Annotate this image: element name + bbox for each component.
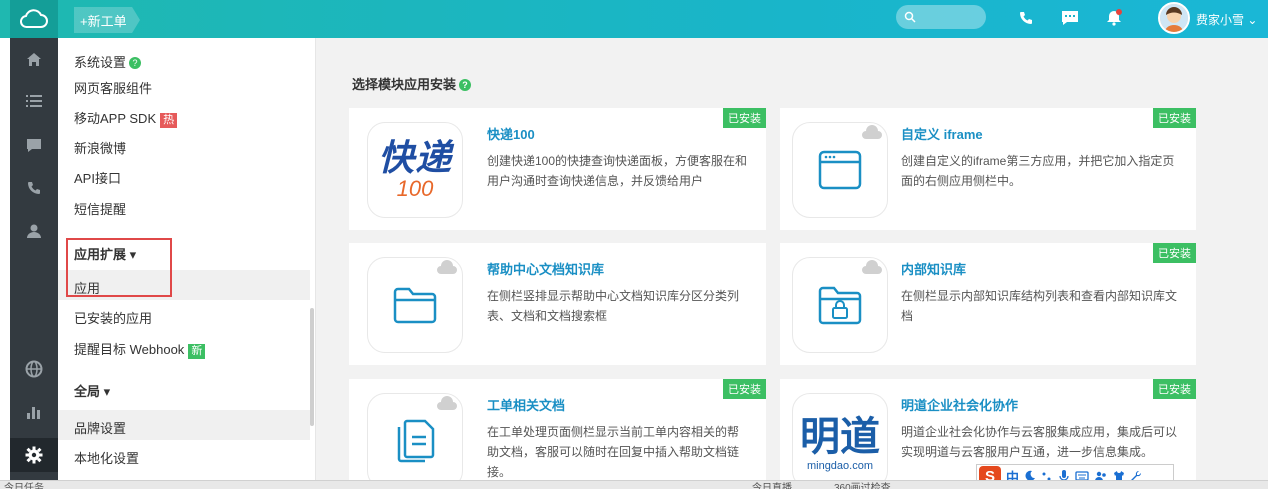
app-card-internal-kb[interactable]: 已安装 内部知识库 在侧栏显示内部知识库结构列表和查看内部知识库文档: [780, 243, 1196, 365]
app-card-kuaidi100[interactable]: 已安装 快递 100 快递100 创建快递100的快捷查询快递面板，方便客服在和…: [349, 108, 766, 230]
kuaidi100-logo: 快递 100: [367, 122, 463, 218]
mingdao-logo: 明道 mingdao.com: [792, 393, 888, 489]
app-card-title[interactable]: 明道企业社会化协作: [901, 395, 1018, 414]
browser-window-icon: [818, 150, 862, 190]
installed-badge: 已安装: [1153, 243, 1196, 263]
app-card-desc: 明道企业社会化协作与云客服集成应用，集成后可以实现明道与云客服用户互通，进一步信…: [901, 425, 1178, 459]
submenu-item-weibo[interactable]: 新浪微博: [74, 138, 126, 157]
top-bar: +新工单 费家小雪 ⌄: [0, 0, 1268, 38]
user-avatar-icon: [1160, 4, 1188, 32]
submenu-item-web-widget[interactable]: 网页客服组件: [74, 78, 152, 97]
cloud-icon: [862, 260, 882, 274]
submenu-item-webhook[interactable]: 提醒目标 Webhook 新: [74, 339, 206, 359]
installed-badge: 已安装: [723, 108, 766, 128]
app-card-title[interactable]: 快递100: [487, 124, 535, 143]
status-left-text[interactable]: 今日任务: [4, 481, 44, 489]
app-card-help-center[interactable]: 帮助中心文档知识库 在侧栏竖排显示帮助中心文档知识库分区分类列表、文档和文档搜索…: [349, 243, 766, 365]
chat-icon[interactable]: [1060, 8, 1080, 28]
user-name: 费家小雪: [1196, 13, 1245, 27]
submenu-item-installed-apps[interactable]: 已安装的应用: [74, 308, 152, 327]
phone-sidebar-icon[interactable]: [10, 171, 58, 205]
cloud-logo-icon: [20, 9, 48, 28]
documents-icon: [397, 419, 435, 463]
help-center-app-icon: [367, 257, 463, 353]
user-menu[interactable]: 费家小雪 ⌄: [1196, 11, 1257, 28]
avatar[interactable]: [1158, 2, 1190, 34]
help-icon[interactable]: ?: [129, 57, 142, 69]
settings-submenu: 系统设置? 网页客服组件 移动APP SDK 热 新浪微博 API接口 短信提醒 …: [58, 38, 316, 480]
phone-icon[interactable]: [1016, 8, 1036, 28]
app-card-title[interactable]: 工单相关文档: [487, 395, 565, 414]
cloud-icon: [862, 125, 882, 139]
app-card-desc: 在侧栏显示内部知识库结构列表和查看内部知识库文档: [901, 289, 1178, 323]
search-input[interactable]: [920, 10, 980, 24]
app-card-title[interactable]: 帮助中心文档知识库: [487, 259, 604, 278]
left-edge-strip: ʌ: [0, 0, 10, 489]
page-title: 选择模块应用安装?: [352, 74, 472, 93]
search-box[interactable]: [896, 5, 986, 29]
submenu-item-locale[interactable]: 本地化设置: [74, 448, 139, 467]
app-card-desc: 在侧栏竖排显示帮助中心文档知识库分区分类列表、文档和文档搜索框: [487, 289, 740, 323]
gear-icon[interactable]: [10, 438, 58, 472]
iframe-app-icon: [792, 122, 888, 218]
installed-badge: 已安装: [1153, 379, 1196, 399]
folder-icon: [393, 287, 437, 324]
cloud-icon: [437, 396, 457, 410]
status-check-text[interactable]: 360画过检查: [834, 481, 891, 489]
bell-icon[interactable]: [1104, 8, 1124, 28]
help-icon[interactable]: ?: [459, 79, 472, 91]
main-content: 选择模块应用安装? 已安装 快递 100 快递100 创建快递100的快捷查询快…: [317, 38, 1268, 489]
status-live-text[interactable]: 今日直播: [752, 481, 792, 489]
cloud-icon: [437, 260, 457, 274]
submenu-item-brand[interactable]: 品牌设置: [74, 418, 126, 437]
globe-icon[interactable]: [10, 352, 58, 386]
locked-folder-icon: [818, 286, 862, 325]
submenu-scrollbar[interactable]: [310, 308, 314, 426]
installed-badge: 已安装: [723, 379, 766, 399]
submenu-item-api[interactable]: API接口: [74, 168, 121, 187]
message-icon[interactable]: [10, 128, 58, 162]
highlight-box: [66, 238, 172, 297]
system-settings-header: 系统设置?: [74, 52, 142, 71]
stats-icon[interactable]: [10, 395, 58, 429]
app-card-desc: 创建自定义的iframe第三方应用，并把它加入指定页面的右侧应用侧栏中。: [901, 154, 1175, 188]
app-card-desc: 在工单处理页面侧栏显示当前工单内容相关的帮助文档，客服可以随时在回复中插入帮助文…: [487, 425, 740, 479]
app-card-title[interactable]: 内部知识库: [901, 259, 966, 278]
app-logo[interactable]: [10, 0, 58, 38]
internal-kb-app-icon: [792, 257, 888, 353]
app-card-iframe[interactable]: 已安装 自定义 iframe 创建自定义的iframe第三方应用，并把它加入指定…: [780, 108, 1196, 230]
submenu-item-app-sdk[interactable]: 移动APP SDK 热: [74, 108, 178, 128]
submenu-item-sms[interactable]: 短信提醒: [74, 199, 126, 218]
ticket-docs-app-icon: [367, 393, 463, 489]
new-ticket-button[interactable]: +新工单: [74, 7, 140, 33]
app-card-desc: 创建快递100的快捷查询快递面板，方便客服在和用户沟通时查询快递信息，并反馈给用…: [487, 154, 748, 188]
app-card-ticket-docs[interactable]: 已安装 工单相关文档 在工单处理页面侧栏显示当前工单内容相关的帮助文档，客服可以…: [349, 379, 766, 489]
global-section[interactable]: 全局 ▾: [74, 381, 110, 400]
list-icon[interactable]: [10, 84, 58, 118]
installed-badge: 已安装: [1153, 108, 1196, 128]
status-bar: 今日任务 今日直播 360画过检查: [0, 480, 1268, 489]
user-icon[interactable]: [10, 214, 58, 248]
chevron-down-icon: ⌄: [1247, 13, 1258, 27]
new-badge: 新: [188, 344, 206, 359]
app-card-title[interactable]: 自定义 iframe: [901, 124, 983, 143]
icon-sidebar: [10, 38, 58, 480]
home-icon[interactable]: [10, 42, 58, 76]
hot-badge: 热: [160, 113, 178, 128]
search-icon: [904, 11, 916, 23]
